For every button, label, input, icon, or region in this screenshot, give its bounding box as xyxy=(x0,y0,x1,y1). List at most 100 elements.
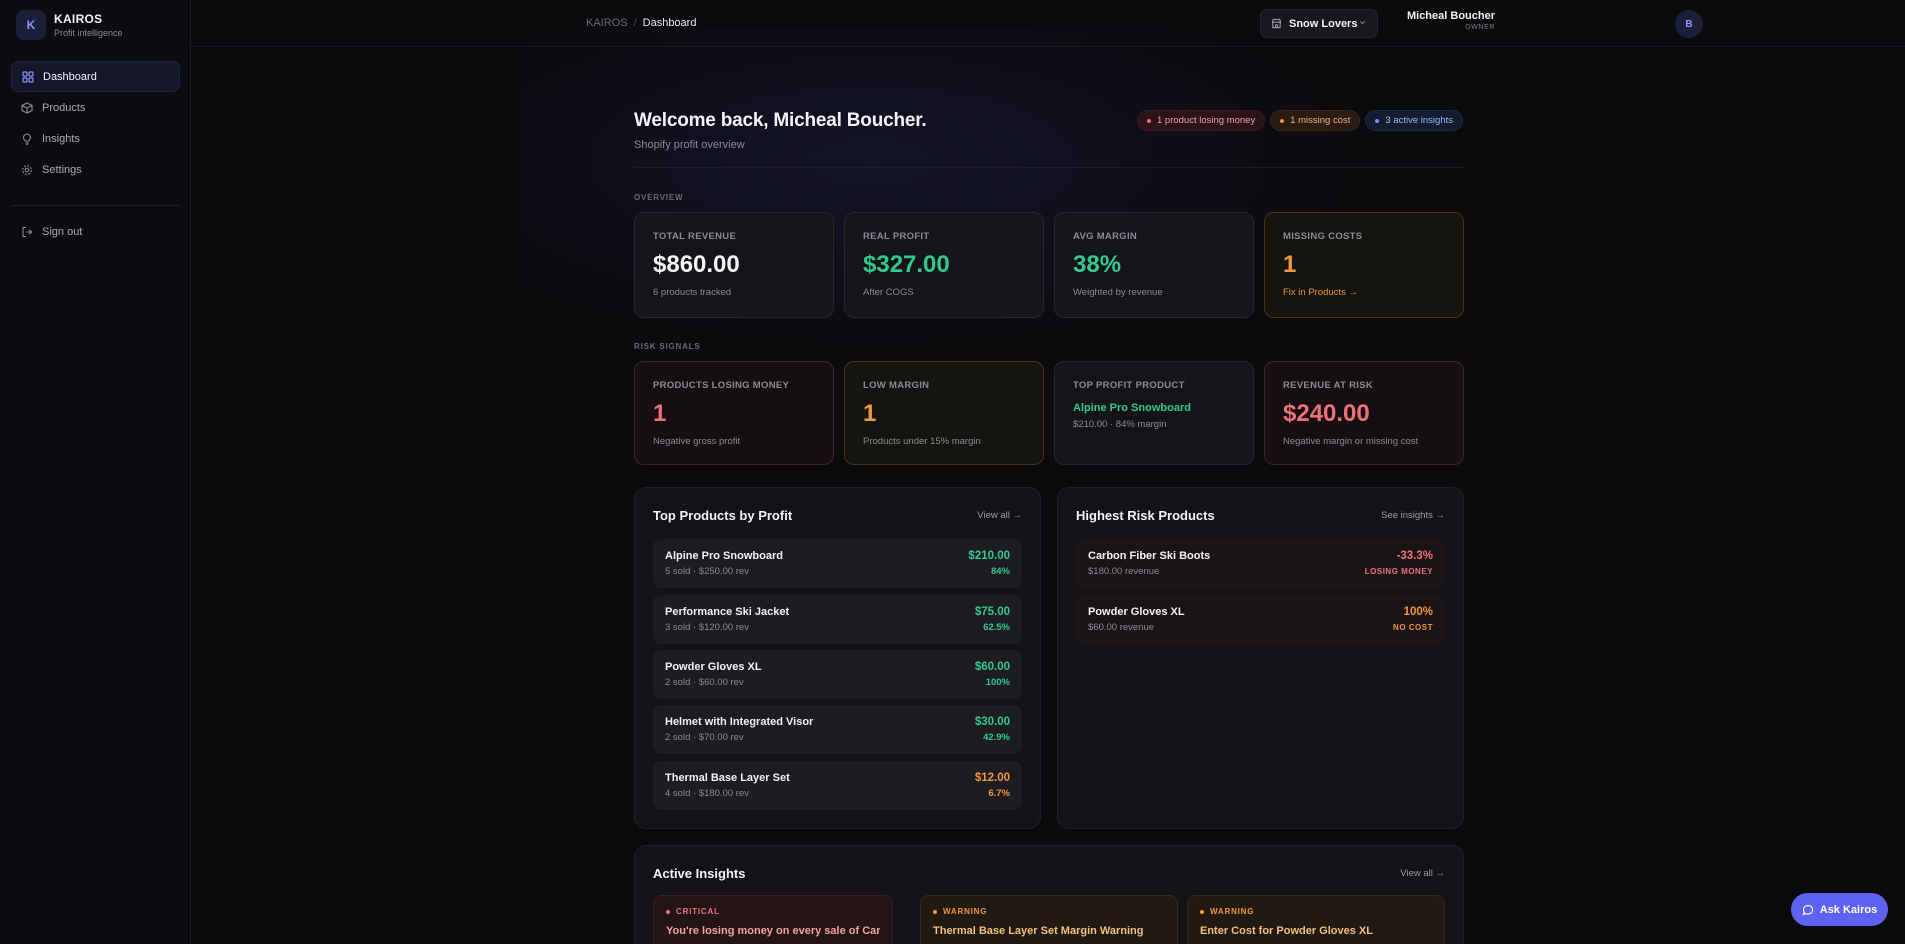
store-icon xyxy=(1271,18,1282,29)
card-sub: Products under 15% margin xyxy=(863,436,981,447)
sidebar-item-dashboard[interactable]: Dashboard xyxy=(11,61,180,92)
product-profit: $210.00 xyxy=(968,550,1010,562)
product-name: Carbon Fiber Ski Boots xyxy=(1088,550,1211,562)
list-item[interactable]: Carbon Fiber Ski Boots $180.00 revenue -… xyxy=(1076,539,1445,588)
welcome-header: Welcome back, Micheal Boucher. Shopify p… xyxy=(634,110,927,151)
list-item[interactable]: Helmet with Integrated Visor 2 sold · $7… xyxy=(653,705,1022,754)
dot-icon xyxy=(1146,118,1151,123)
sidebar-nav: Dashboard Products Insights Settings xyxy=(11,61,180,185)
breadcrumb-separator: / xyxy=(633,17,637,29)
pill-label: 3 active insights xyxy=(1385,115,1453,126)
real-profit-card: REAL PROFIT $327.00 After COGS xyxy=(844,212,1044,318)
highest-risk-panel: Highest Risk Products See insights → Car… xyxy=(1057,487,1464,829)
see-insights-link[interactable]: See insights → xyxy=(1381,510,1445,521)
product-profit: $12.00 xyxy=(974,772,1010,784)
missing-costs-card[interactable]: MISSING COSTS 1 Fix in Products → xyxy=(1264,212,1464,318)
card-label: AVG MARGIN xyxy=(1073,231,1138,242)
dot-icon xyxy=(1375,118,1380,123)
list-item[interactable]: Powder Gloves XL 2 sold · $60.00 rev $60… xyxy=(653,650,1022,699)
sidebar-item-insights[interactable]: Insights xyxy=(11,123,180,154)
insight-severity: WARNING xyxy=(1210,907,1255,916)
list-item[interactable]: Performance Ski Jacket 3 sold · $120.00 … xyxy=(653,595,1022,644)
dot-icon xyxy=(666,909,670,914)
revenue-at-risk-card: REVENUE AT RISK $240.00 Negative margin … xyxy=(1264,361,1464,465)
list-item[interactable]: Powder Gloves XL $60.00 revenue 100% NO … xyxy=(1076,595,1445,644)
low-margin-card: LOW MARGIN 1 Products under 15% margin xyxy=(844,361,1044,465)
brand[interactable]: K KAIROS Profit intelligence xyxy=(16,10,123,40)
card-value: 1 xyxy=(863,400,877,427)
card-value: 1 xyxy=(1283,251,1297,278)
product-sub: 2 sold · $70.00 rev xyxy=(665,732,744,743)
sidebar-item-products[interactable]: Products xyxy=(11,92,180,123)
product-margin: 100% xyxy=(1403,606,1433,618)
view-all-insights-link[interactable]: View all → xyxy=(1400,868,1445,879)
pill-label: 1 missing cost xyxy=(1290,115,1351,126)
dot-icon xyxy=(933,909,937,914)
product-sub: $180.00 revenue xyxy=(1088,566,1160,577)
risk-signals-label: RISK SIGNALS xyxy=(634,342,701,351)
brand-name: KAIROS xyxy=(54,12,103,26)
status-badge: NO COST xyxy=(1393,623,1433,632)
sidebar-item-label: Settings xyxy=(42,163,82,176)
user-name: Micheal Boucher xyxy=(1406,10,1495,22)
sidebar-item-settings[interactable]: Settings xyxy=(11,154,180,185)
card-sub: After COGS xyxy=(863,287,914,298)
insight-card[interactable]: WARNING Thermal Base Layer Set Margin Wa… xyxy=(920,895,1178,944)
card-sub: Negative margin or missing cost xyxy=(1283,436,1419,447)
avatar[interactable]: B xyxy=(1675,10,1703,38)
box-icon xyxy=(21,101,33,114)
card-label: REAL PROFIT xyxy=(863,231,930,242)
card-sub: 6 products tracked xyxy=(653,287,732,298)
status-pills: 1 product losing money 1 missing cost 3 … xyxy=(1136,110,1463,131)
card-sub: Negative gross profit xyxy=(653,436,741,447)
insight-card[interactable]: CRITICAL You're losing money on every sa… xyxy=(653,895,893,944)
list-item[interactable]: Alpine Pro Snowboard 5 sold · $250.00 re… xyxy=(653,539,1022,588)
product-sub: $60.00 revenue xyxy=(1088,622,1155,633)
product-margin: 42.9% xyxy=(983,732,1010,743)
store-selector[interactable]: Snow Lovers xyxy=(1260,9,1378,38)
chevron-down-icon xyxy=(1359,21,1366,25)
user-role: OWNER xyxy=(1465,24,1495,31)
fix-in-products-link[interactable]: Fix in Products → xyxy=(1283,287,1445,298)
product-margin: 62.5% xyxy=(983,622,1010,633)
card-sub: Weighted by revenue xyxy=(1073,287,1163,298)
product-margin: -33.3% xyxy=(1396,550,1433,562)
card-value: $240.00 xyxy=(1283,400,1370,427)
active-insights-pill[interactable]: 3 active insights xyxy=(1365,110,1463,131)
product-name: Helmet with Integrated Visor xyxy=(665,716,814,728)
sign-out-icon xyxy=(22,226,33,237)
brand-subtitle: Profit intelligence xyxy=(54,28,123,38)
sidebar-item-label: Products xyxy=(42,101,86,114)
card-value: 1 xyxy=(653,400,667,427)
active-insights-panel: Active Insights View all → CRITICAL You'… xyxy=(634,845,1464,944)
card-label: TOTAL REVENUE xyxy=(653,231,737,242)
insight-severity: WARNING xyxy=(943,907,988,916)
view-all-link[interactable]: View all → xyxy=(977,510,1022,521)
panel-title: Highest Risk Products xyxy=(1076,508,1215,523)
product-sub: 5 sold · $250.00 rev xyxy=(665,566,749,577)
grid-icon xyxy=(22,70,34,83)
sign-out-button[interactable]: Sign out xyxy=(11,216,180,247)
sign-out-label: Sign out xyxy=(42,225,83,238)
card-label: LOW MARGIN xyxy=(863,380,930,391)
card-sub: $210.00 · 84% margin xyxy=(1073,419,1167,430)
list-item[interactable]: Thermal Base Layer Set 4 sold · $180.00 … xyxy=(653,761,1022,810)
breadcrumb-root[interactable]: KAIROS xyxy=(586,17,628,29)
ask-kairos-button[interactable]: Ask Kairos xyxy=(1791,893,1888,926)
losing-money-pill[interactable]: 1 product losing money xyxy=(1136,110,1266,131)
insight-title: Thermal Base Layer Set Margin Warning xyxy=(933,925,1144,937)
top-profit-product-card: TOP PROFIT PRODUCT Alpine Pro Snowboard … xyxy=(1054,361,1254,465)
card-value: Alpine Pro Snowboard xyxy=(1073,402,1191,414)
pill-label: 1 product losing money xyxy=(1156,115,1256,126)
sidebar: K KAIROS Profit intelligence Dashboard P… xyxy=(0,0,191,944)
product-profit: $30.00 xyxy=(974,716,1010,728)
product-name: Alpine Pro Snowboard xyxy=(665,550,783,562)
missing-cost-pill[interactable]: 1 missing cost xyxy=(1270,110,1361,131)
status-badge: LOSING MONEY xyxy=(1364,567,1433,576)
product-name: Powder Gloves XL xyxy=(1088,606,1185,618)
insight-card[interactable]: WARNING Enter Cost for Powder Gloves XL xyxy=(1187,895,1445,944)
page-subtitle: Shopify profit overview xyxy=(634,139,745,151)
card-label: TOP PROFIT PRODUCT xyxy=(1073,380,1185,391)
gear-icon xyxy=(22,164,32,175)
product-profit: $75.00 xyxy=(974,606,1010,618)
